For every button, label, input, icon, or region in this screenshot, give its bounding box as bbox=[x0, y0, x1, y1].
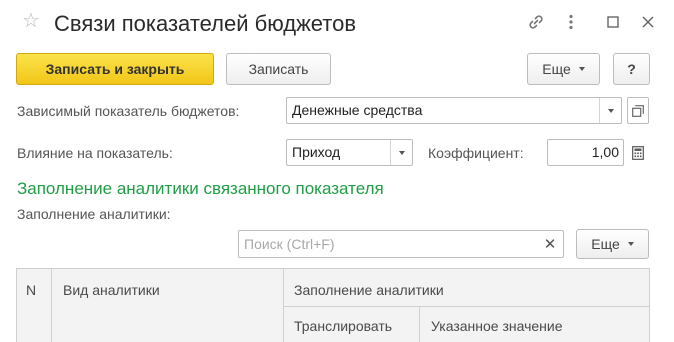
chevron-down-icon bbox=[627, 242, 634, 246]
search-box[interactable]: ✕ bbox=[238, 230, 564, 258]
dependent-indicator-field[interactable]: Денежные средства bbox=[286, 97, 622, 124]
column-divider bbox=[51, 269, 52, 342]
column-header-kind[interactable]: Вид аналитики bbox=[63, 281, 160, 299]
save-label: Записать bbox=[248, 61, 309, 77]
influence-dropdown-button[interactable] bbox=[390, 140, 412, 165]
link-icon[interactable] bbox=[526, 12, 546, 32]
clear-search-icon[interactable]: ✕ bbox=[537, 231, 563, 257]
calculator-icon bbox=[632, 145, 644, 160]
open-window-icon bbox=[632, 104, 644, 117]
coefficient-field[interactable]: 1,00 bbox=[547, 139, 624, 166]
analytics-more-label: Еще bbox=[591, 236, 620, 252]
influence-label: Влияние на показатель: bbox=[17, 145, 173, 161]
header-divider bbox=[284, 306, 650, 307]
dependent-dropdown-button[interactable] bbox=[599, 98, 621, 123]
search-input[interactable] bbox=[239, 231, 535, 257]
chevron-down-icon bbox=[398, 150, 405, 155]
help-button[interactable]: ? bbox=[613, 53, 650, 85]
favorite-star-icon[interactable]: ☆ bbox=[22, 11, 40, 31]
column-header-fill[interactable]: Заполнение аналитики bbox=[294, 281, 444, 299]
analytics-section-title: Заполнение аналитики связанного показате… bbox=[17, 179, 384, 198]
open-dependent-button[interactable] bbox=[627, 97, 649, 124]
influence-field[interactable]: Приход bbox=[286, 139, 413, 166]
analytics-table: N Вид аналитики Заполнение аналитики Тра… bbox=[16, 268, 650, 342]
column-header-translate[interactable]: Транслировать bbox=[294, 317, 392, 335]
coefficient-label: Коэффициент: bbox=[428, 145, 524, 161]
chevron-down-icon bbox=[578, 67, 585, 71]
save-and-close-label: Записать и закрыть bbox=[45, 61, 185, 77]
help-label: ? bbox=[627, 61, 636, 77]
save-button[interactable]: Записать bbox=[226, 53, 331, 85]
save-and-close-button[interactable]: Записать и закрыть bbox=[16, 53, 214, 85]
coefficient-value: 1,00 bbox=[591, 144, 619, 160]
window-title: Связи показателей бюджетов bbox=[54, 11, 357, 36]
analytics-fill-label: Заполнение аналитики: bbox=[17, 206, 171, 222]
column-divider bbox=[419, 307, 420, 342]
maximize-icon[interactable] bbox=[603, 12, 623, 32]
more-label: Еще bbox=[542, 61, 571, 77]
more-button[interactable]: Еще bbox=[527, 53, 600, 85]
more-vertical-icon[interactable] bbox=[561, 12, 581, 32]
calculator-button[interactable] bbox=[627, 139, 649, 166]
column-header-specified[interactable]: Указанное значение bbox=[431, 317, 563, 335]
close-icon[interactable] bbox=[638, 12, 658, 32]
influence-value: Приход bbox=[292, 144, 341, 160]
column-header-n[interactable]: N bbox=[26, 281, 36, 299]
dependent-indicator-value: Денежные средства bbox=[292, 102, 423, 118]
dependent-indicator-label: Зависимый показатель бюджетов: bbox=[17, 103, 240, 119]
analytics-more-button[interactable]: Еще bbox=[576, 229, 649, 259]
chevron-down-icon bbox=[607, 108, 614, 113]
